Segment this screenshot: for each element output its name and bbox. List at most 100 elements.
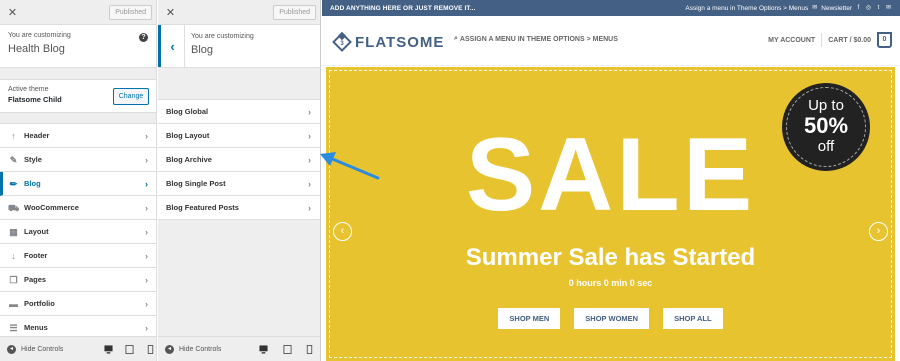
arrow-down-icon: ↓ — [11, 250, 16, 261]
shop-button-shop-all[interactable]: SHOP ALL — [663, 308, 723, 329]
section-portfolio[interactable]: ▬ Portfolio › — [0, 292, 156, 316]
chevron-right-icon: › — [145, 179, 148, 189]
chevron-right-icon: › — [145, 227, 148, 237]
help-icon[interactable]: ? — [139, 33, 148, 42]
brush-icon: ✎ — [9, 154, 18, 165]
top-bar-text: ADD ANYTHING HERE OR JUST REMOVE IT... — [330, 4, 476, 12]
edit-icon: ✏ — [9, 178, 18, 189]
subsection-blog-single-post[interactable]: Blog Single Post › — [158, 172, 320, 196]
customizer-info: You are customizing Health Blog ? — [0, 25, 156, 68]
customizing-label: You are customizing — [191, 33, 254, 40]
active-theme-box: Active theme Flatsome Child Change — [0, 79, 156, 113]
section-woocommerce[interactable]: ⛟ WooCommerce › — [0, 196, 156, 220]
logo-text: FLATSOME — [355, 33, 445, 51]
slider-prev-icon[interactable]: ‹ — [333, 222, 352, 241]
change-theme-button[interactable]: Change — [113, 88, 149, 105]
instagram-icon[interactable]: ◎ — [865, 5, 872, 12]
desktop-icon[interactable] — [104, 345, 113, 354]
menu-icon: ☰ — [9, 322, 18, 333]
customizer-sections: ↑ Header › ✎ Style › ✏ Blog › ⛟ WooCommerce › ▦ Layou… — [0, 123, 156, 340]
panel2-footer: ◂ Hide Controls — [158, 336, 320, 361]
section-layout[interactable]: ▦ Layout › — [0, 220, 156, 244]
close-icon[interactable]: ✕ — [0, 0, 25, 25]
section-label: Pages — [24, 275, 47, 284]
close-icon[interactable]: ✕ — [158, 0, 183, 25]
subsection-blog-layout[interactable]: Blog Layout › — [158, 124, 320, 148]
subsection-blog-global[interactable]: Blog Global › — [158, 100, 320, 124]
subsection-label: Blog Featured Posts — [166, 203, 239, 212]
header-right: MY ACCOUNT CART / $0.00 0 — [768, 32, 892, 48]
site-logo[interactable]: 3 FLATSOME — [332, 32, 444, 52]
tablet-icon[interactable] — [283, 345, 292, 354]
chevron-right-icon: › — [145, 131, 148, 141]
subsection-label: Blog Layout — [166, 131, 210, 140]
hide-controls-label[interactable]: Hide Controls — [21, 346, 63, 353]
header-divider — [821, 33, 823, 47]
publish-button[interactable]: Published — [273, 5, 316, 20]
hide-controls-icon[interactable]: ◂ — [165, 344, 174, 354]
site-preview: ADD ANYTHING HERE OR JUST REMOVE IT... A… — [322, 0, 900, 361]
portfolio-icon: ▬ — [9, 298, 18, 309]
customizing-label: You are customizing — [8, 32, 71, 39]
chevron-right-icon: › — [308, 131, 311, 141]
slider-next-icon[interactable]: › — [869, 222, 888, 241]
chevron-right-icon: › — [145, 155, 148, 165]
mail-icon[interactable]: ✉ — [811, 5, 818, 12]
sale-subheadline: Summer Sale has Started — [465, 244, 756, 271]
cart-icon[interactable]: 0 — [877, 32, 892, 48]
blog-section-header: ‹ You are customizing Blog — [158, 25, 320, 68]
blog-section-panel: ✕ Published ‹ You are customizing Blog B… — [158, 0, 321, 361]
mobile-icon[interactable] — [305, 345, 314, 354]
section-pages[interactable]: ❐ Pages › — [0, 268, 156, 292]
cart-link[interactable]: CART / $0.00 — [828, 37, 871, 44]
newsletter-link[interactable]: Newsletter — [821, 5, 852, 12]
countdown-timer: 0 hours 0 min 0 sec — [568, 278, 653, 288]
hide-controls-label[interactable]: Hide Controls — [179, 346, 221, 353]
cart-icon: ⛟ — [8, 202, 20, 213]
twitter-icon[interactable]: t — [875, 5, 882, 12]
customizer-root-panel: ✕ Published You are customizing Health B… — [0, 0, 157, 361]
section-style[interactable]: ✎ Style › — [0, 148, 156, 172]
chevron-right-icon: › — [145, 323, 148, 333]
email-icon[interactable]: ✉ — [885, 5, 892, 12]
facebook-icon[interactable]: f — [855, 5, 862, 12]
pages-icon: ❐ — [9, 274, 18, 285]
tablet-icon[interactable] — [125, 345, 134, 354]
svg-text:3: 3 — [340, 41, 344, 47]
shop-button-shop-men[interactable]: SHOP MEN — [498, 308, 561, 329]
chevron-right-icon: › — [145, 203, 148, 213]
section-header[interactable]: ↑ Header › — [0, 124, 156, 148]
top-bar-menu-link[interactable]: Assign a menu in Theme Options > Menus — [685, 5, 808, 12]
shop-button-shop-women[interactable]: SHOP WOMEN — [574, 308, 650, 329]
subsection-label: Blog Global — [166, 107, 209, 116]
back-icon[interactable]: ‹ — [158, 25, 185, 67]
section-label: Footer — [24, 251, 48, 260]
subsection-blog-archive[interactable]: Blog Archive › — [158, 148, 320, 172]
annotation-arrow-icon — [320, 152, 380, 180]
section-label: Header — [24, 131, 50, 140]
my-account-link[interactable]: MY ACCOUNT — [768, 37, 815, 44]
subsection-blog-featured-posts[interactable]: Blog Featured Posts › — [158, 196, 320, 220]
publish-button[interactable]: Published — [109, 5, 152, 20]
mobile-icon[interactable] — [146, 345, 155, 354]
header-menu-link[interactable]: ASSIGN A MENU IN THEME OPTIONS > MENUS — [460, 36, 618, 43]
section-label: Portfolio — [24, 299, 55, 308]
section-label: Layout — [24, 227, 49, 236]
subsection-label: Blog Archive — [166, 155, 212, 164]
section-label: Menus — [24, 323, 48, 332]
section-footer[interactable]: ↓ Footer › — [0, 244, 156, 268]
arrow-up-icon: ↑ — [11, 130, 16, 141]
chevron-right-icon: › — [308, 155, 311, 165]
section-blog[interactable]: ✏ Blog › — [0, 172, 156, 196]
search-icon[interactable]: ⌕ — [454, 35, 458, 43]
site-title: Health Blog — [8, 43, 65, 55]
blog-subsections: Blog Global › Blog Layout › Blog Archive › Blo… — [158, 99, 320, 220]
hide-controls-icon[interactable]: ◂ — [7, 344, 16, 354]
desktop-icon[interactable] — [259, 345, 268, 354]
subsection-label: Blog Single Post — [166, 179, 226, 188]
badge-line1: Up to — [808, 97, 844, 114]
panel1-topbar: ✕ Published — [0, 0, 156, 25]
sale-headline: SALE — [465, 117, 756, 233]
chevron-right-icon: › — [145, 299, 148, 309]
top-bar-right: Assign a menu in Theme Options > Menus ✉… — [685, 0, 892, 16]
